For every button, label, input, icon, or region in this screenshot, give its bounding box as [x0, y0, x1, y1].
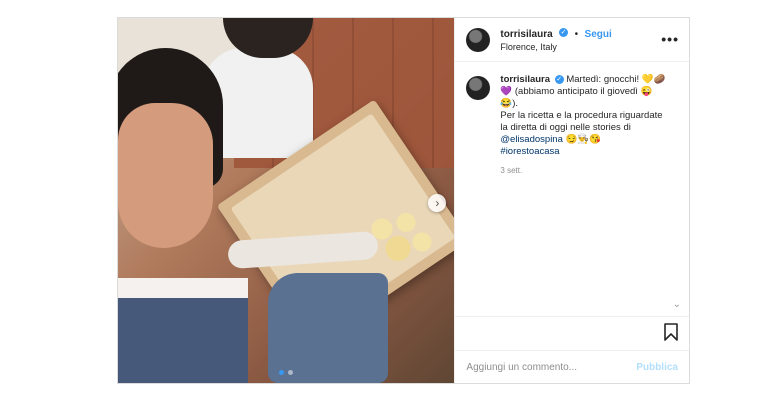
chevron-down-icon[interactable]: ⌄: [673, 299, 681, 310]
publish-button[interactable]: Pubblica: [636, 362, 678, 373]
caption-username[interactable]: torrisilaura: [500, 74, 550, 85]
mention-link[interactable]: @elisadospina: [500, 134, 562, 145]
hashtag-link[interactable]: #iorestoacasa: [500, 146, 665, 158]
carousel-dot: [288, 370, 294, 375]
location-link[interactable]: Florence, Italy: [500, 41, 611, 54]
caption-line-5: la diretta di oggi nelle stories di: [500, 122, 631, 133]
separator-dot: •: [574, 28, 579, 40]
post-sidebar: torrisilaura ✓ • Segui Florence, Italy •…: [454, 18, 689, 383]
photo-overalls: [118, 298, 248, 383]
username-link[interactable]: torrisilaura: [500, 29, 552, 40]
bookmark-icon[interactable]: [663, 323, 679, 346]
caption-row: torrisilaura ✓ Martedì: gnocchi! 💛🥔 💜 (a…: [466, 74, 678, 158]
comments-area: torrisilaura ✓ Martedì: gnocchi! 💛🥔 💜 (a…: [455, 62, 689, 316]
caption-line-2: 💜 (abbiamo anticipato il giovedì 😜: [500, 86, 653, 97]
photo-jeans: [268, 273, 388, 383]
post-time[interactable]: 3 sett.: [500, 166, 678, 175]
mention-emojis: 😏👨‍🍳😘: [562, 134, 602, 145]
follow-button[interactable]: Segui: [585, 29, 612, 40]
caption-line-1: Martedì: gnocchi! 💛🥔: [566, 74, 666, 85]
post-header: torrisilaura ✓ • Segui Florence, Italy •…: [455, 18, 689, 62]
caption-text: torrisilaura ✓ Martedì: gnocchi! 💛🥔 💜 (a…: [500, 74, 665, 158]
caption-avatar[interactable]: [466, 76, 491, 100]
instagram-post: › torrisilaura ✓ • Segui Florence, Italy…: [117, 17, 690, 384]
more-options-icon[interactable]: •••: [661, 31, 679, 47]
caption-line-3: 😂).: [500, 98, 519, 109]
post-photo[interactable]: ›: [118, 18, 455, 383]
avatar[interactable]: [466, 27, 491, 52]
comment-input[interactable]: Aggiungi un commento...: [466, 362, 636, 373]
actions-bar: [455, 316, 689, 350]
carousel-dot-active: [279, 370, 285, 375]
caption-line-4: Per la ricetta e la procedura riguardate: [500, 110, 663, 121]
header-text: torrisilaura ✓ • Segui Florence, Italy: [500, 26, 612, 54]
verified-badge-icon: ✓: [559, 27, 569, 37]
verified-badge-icon: ✓: [554, 74, 564, 84]
carousel-dots: [279, 370, 294, 375]
photo-woman-face: [118, 103, 213, 248]
add-comment-bar: Aggiungi un commento... Pubblica: [455, 350, 689, 383]
